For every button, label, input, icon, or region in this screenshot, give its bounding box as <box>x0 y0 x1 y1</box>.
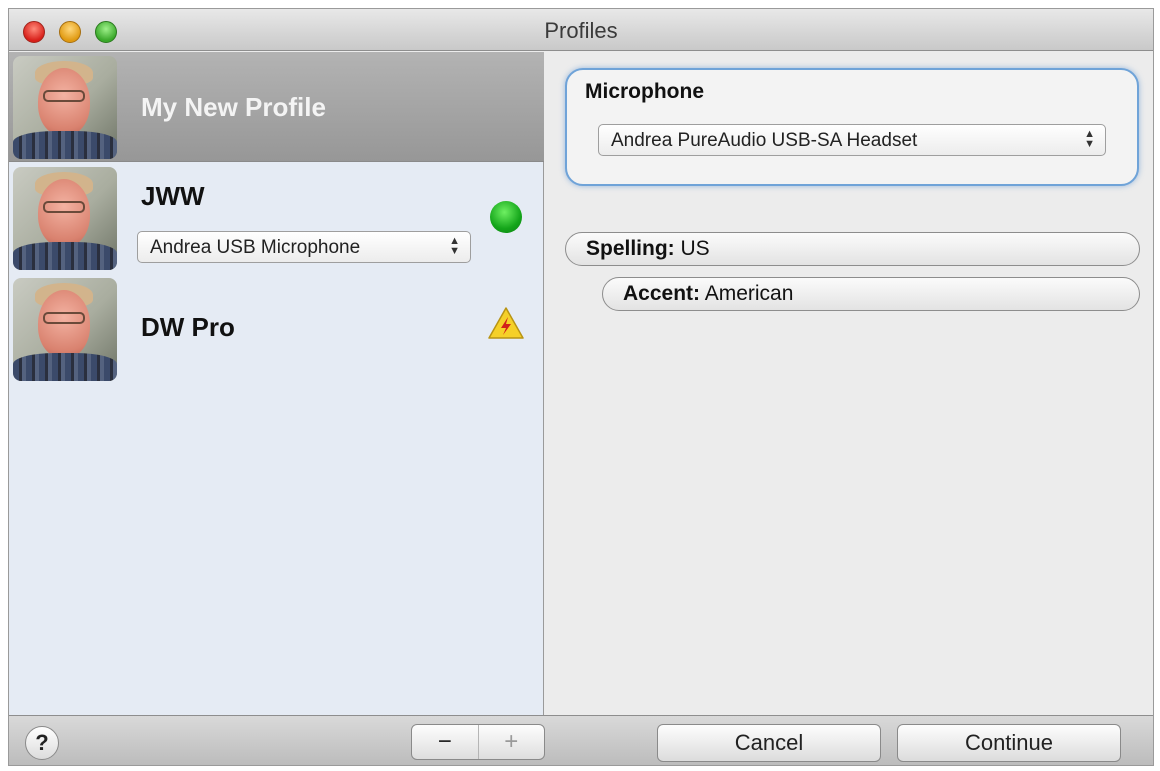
profile-name: DW Pro <box>141 312 235 342</box>
microphone-select[interactable]: Andrea PureAudio USB-SA Headset ▲ ▼ <box>598 124 1106 156</box>
microphone-title: Microphone <box>585 80 704 103</box>
add-profile-button[interactable]: + <box>477 725 545 759</box>
chevron-up-down-icon: ▲ ▼ <box>1084 128 1095 150</box>
accent-setting[interactable]: Accent: American <box>602 277 1140 311</box>
profile-name: JWW <box>141 181 205 211</box>
remove-profile-button[interactable]: − <box>412 725 478 759</box>
accent-value: American <box>704 282 794 305</box>
profile-avatar <box>13 167 117 270</box>
profile-list: My New Profile JWW Andrea USB Microphone… <box>9 52 544 716</box>
microphone-group: Microphone Andrea PureAudio USB-SA Heads… <box>565 68 1139 186</box>
window-title: Profiles <box>544 18 618 43</box>
accent-key: Accent: <box>623 282 701 305</box>
help-button[interactable]: ? <box>25 726 59 760</box>
profile-microphone-select[interactable]: Andrea USB Microphone ▲ ▼ <box>137 231 471 263</box>
title-bar: Profiles <box>9 9 1153 51</box>
profile-avatar <box>13 56 117 159</box>
profile-avatar <box>13 278 117 381</box>
profile-row-jww[interactable]: JWW Andrea USB Microphone ▲ ▼ <box>9 163 544 273</box>
continue-button[interactable]: Continue <box>897 724 1121 762</box>
profile-settings-pane: Microphone Andrea PureAudio USB-SA Heads… <box>545 52 1153 716</box>
spelling-key: Spelling: <box>586 237 675 260</box>
profile-row-dw-pro[interactable]: DW Pro <box>9 274 544 384</box>
profile-name: My New Profile <box>141 92 326 122</box>
cancel-button[interactable]: Cancel <box>657 724 881 762</box>
green-status-dot-icon <box>490 201 522 233</box>
spelling-value: US <box>680 237 710 260</box>
warning-triangle-icon <box>488 307 524 339</box>
profiles-window: Profiles My New Profile JWW Andrea USB M… <box>8 8 1154 766</box>
microphone-value: Andrea PureAudio USB-SA Headset <box>611 130 918 151</box>
spelling-setting[interactable]: Spelling: US <box>565 232 1140 266</box>
chevron-up-down-icon: ▲ ▼ <box>449 235 460 257</box>
add-remove-control: − + <box>411 724 545 760</box>
profile-microphone-value: Andrea USB Microphone <box>150 237 361 258</box>
profile-row-my-new-profile[interactable]: My New Profile <box>9 52 544 162</box>
bottom-toolbar: ? − + Cancel Continue <box>9 715 1153 765</box>
